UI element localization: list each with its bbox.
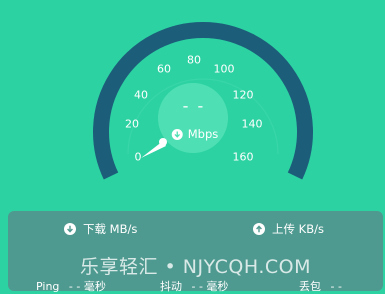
- speed-unit: Mbps: [187, 127, 219, 141]
- gauge-label-140: 140: [241, 117, 263, 131]
- upload-icon: [253, 223, 265, 235]
- download-icon: [64, 223, 76, 235]
- upload-label: 上传 KB/s: [272, 222, 324, 236]
- speed-value: - -: [182, 96, 206, 116]
- gauge-label-160: 160: [232, 150, 254, 164]
- needle-pivot: [159, 138, 167, 146]
- jitter-stat: 抖动 - - 毫秒: [160, 278, 228, 294]
- gauge-label-40: 40: [134, 88, 148, 102]
- gauge-label-20: 20: [125, 117, 139, 131]
- watermark: 乐享轻汇 • NJYCQH.COM: [80, 256, 311, 278]
- download-arrow-icon: [171, 128, 183, 140]
- loss-stat: 丢包 - -: [299, 278, 342, 294]
- speed-unit-row: Mbps: [171, 127, 219, 141]
- download-label: 下载 MB/s: [83, 222, 138, 236]
- upload-stat: 上传 KB/s: [253, 221, 324, 237]
- gauge-center-circle: [158, 83, 228, 153]
- gauge-label-120: 120: [232, 88, 254, 102]
- download-stat: 下载 MB/s: [64, 221, 137, 237]
- gauge-label-100: 100: [213, 62, 235, 76]
- ping-stat: Ping - - 毫秒: [36, 278, 106, 294]
- gauge-label-0: 0: [134, 150, 142, 164]
- gauge-label-80: 80: [187, 53, 201, 67]
- gauge-label-60: 60: [157, 62, 171, 76]
